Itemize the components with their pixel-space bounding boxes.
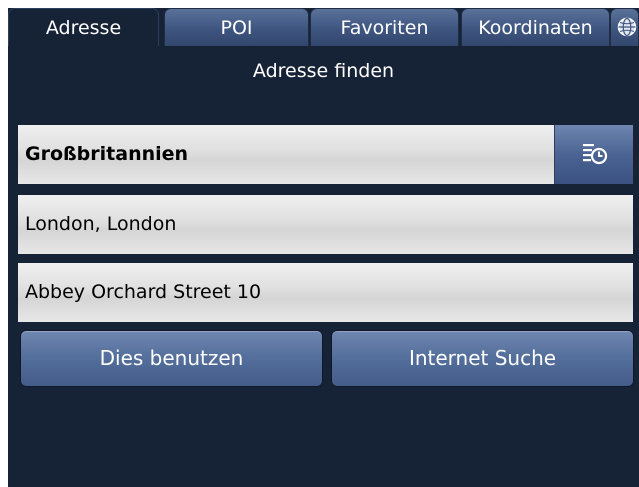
device-frame: Adresse POI Favoriten Koordinaten Adress… xyxy=(0,0,639,487)
history-button[interactable] xyxy=(554,125,633,184)
street-field[interactable]: Abbey Orchard Street 10 xyxy=(18,263,633,322)
tab-adresse[interactable]: Adresse xyxy=(8,8,159,46)
tab-poi[interactable]: POI xyxy=(164,8,309,46)
internet-search-button[interactable]: Internet Suche xyxy=(331,330,634,387)
history-list-icon xyxy=(583,144,608,165)
tab-globe[interactable] xyxy=(610,8,639,46)
page-title: Adresse finden xyxy=(252,60,395,82)
country-field[interactable]: Großbritannien xyxy=(18,125,554,184)
city-field[interactable]: London, London xyxy=(18,195,633,254)
tab-favoriten[interactable]: Favoriten xyxy=(310,8,459,46)
address-search-screen: Adresse POI Favoriten Koordinaten Adress… xyxy=(8,8,639,487)
tab-koordinaten[interactable]: Koordinaten xyxy=(461,8,610,46)
globe-icon xyxy=(617,17,637,37)
use-this-button[interactable]: Dies benutzen xyxy=(20,330,323,387)
